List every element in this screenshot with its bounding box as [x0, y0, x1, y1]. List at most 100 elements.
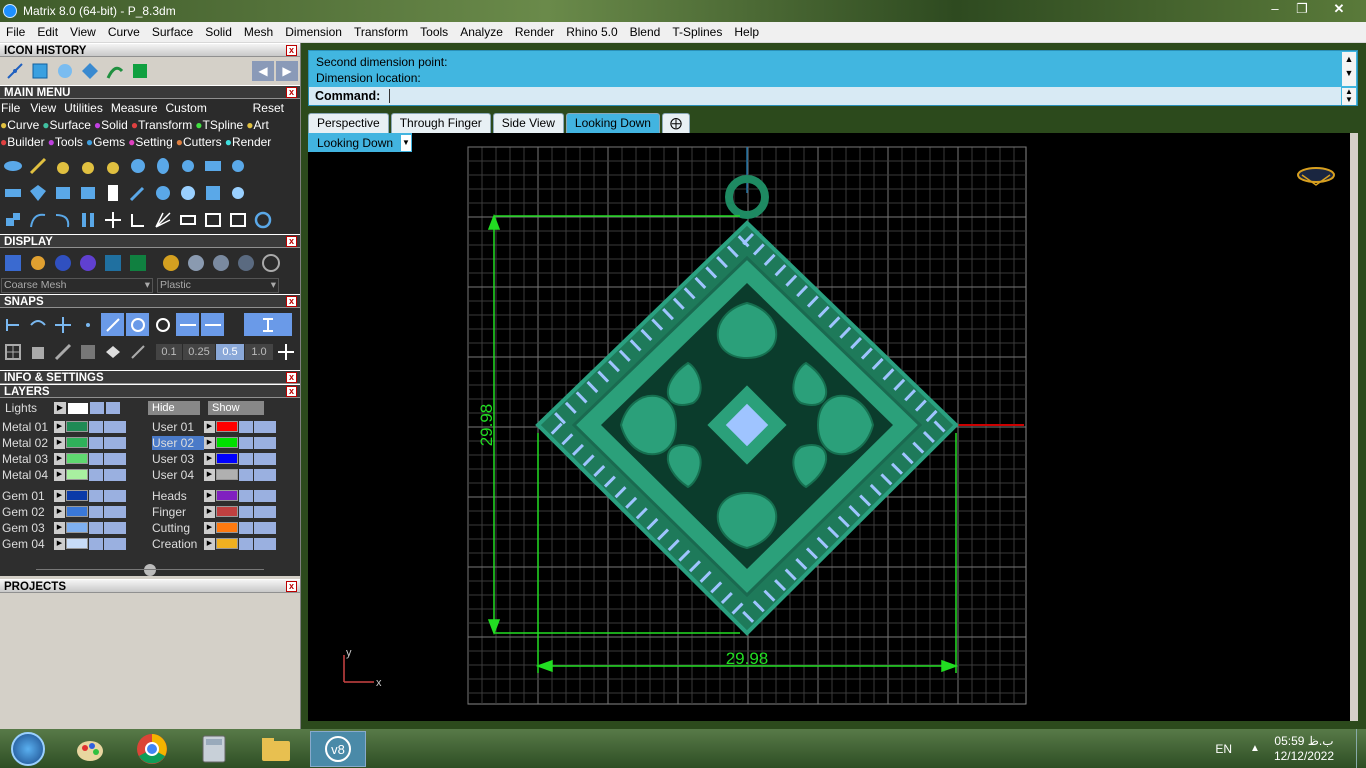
pen-tool-icon[interactable]: [126, 181, 149, 204]
layer-expand-icon[interactable]: ▶: [54, 489, 65, 502]
cat-art[interactable]: Art: [253, 118, 268, 132]
layer-color-swatch[interactable]: [216, 538, 238, 549]
layers-scroll-handle[interactable]: [144, 564, 156, 576]
flower-tool-icon[interactable]: [176, 181, 199, 204]
lights-expand[interactable]: ▶: [54, 402, 66, 414]
layer-color-swatch[interactable]: [216, 506, 238, 517]
close-icon[interactable]: x: [286, 296, 297, 307]
layer-color-swatch[interactable]: [66, 469, 88, 480]
layer-color-swatch[interactable]: [216, 437, 238, 448]
menu-surface[interactable]: Surface: [146, 25, 199, 39]
menu-mesh[interactable]: Mesh: [238, 25, 279, 39]
layer-color-swatch[interactable]: [66, 437, 88, 448]
snap-tan-icon[interactable]: [176, 313, 199, 336]
visible-icon[interactable]: [254, 436, 276, 449]
close-icon[interactable]: x: [286, 581, 297, 592]
lock-icon[interactable]: [239, 505, 253, 518]
layer-row[interactable]: Heads ▶: [152, 488, 276, 503]
layer-row[interactable]: Metal 04 ▶: [2, 467, 126, 482]
cat-render[interactable]: Render: [232, 135, 271, 149]
layer-expand-icon[interactable]: ▶: [204, 505, 215, 518]
cat-tspline[interactable]: TSpline: [203, 118, 244, 132]
layer-expand-icon[interactable]: ▶: [204, 420, 215, 433]
gem-add-icon[interactable]: [51, 154, 74, 177]
mesh-quality-select[interactable]: Coarse Mesh ▾: [1, 277, 153, 293]
viewport-scroll[interactable]: [1350, 133, 1358, 721]
mainmenu-reset[interactable]: Reset: [253, 101, 284, 115]
page-tool-icon[interactable]: [101, 181, 124, 204]
menu-blend[interactable]: Blend: [624, 25, 667, 39]
visible-icon[interactable]: [254, 452, 276, 465]
menu-tsplines[interactable]: T-Splines: [666, 25, 728, 39]
cat-tools[interactable]: Tools: [55, 135, 83, 149]
layer-row[interactable]: Gem 03 ▶: [2, 520, 126, 535]
lock-icon[interactable]: [89, 489, 103, 502]
clock[interactable]: 05:59 ب.ظ 12/12/2022: [1274, 734, 1334, 764]
calculator-app-icon[interactable]: [186, 731, 242, 767]
cat-solid[interactable]: Solid: [101, 118, 128, 132]
layer-color-swatch[interactable]: [216, 490, 238, 501]
command-input[interactable]: [389, 89, 1341, 103]
mainmenu-custom[interactable]: Custom: [166, 101, 207, 115]
cat-cutters[interactable]: Cutters: [183, 135, 222, 149]
tab-perspective[interactable]: Perspective: [308, 113, 389, 133]
layer-view-icon[interactable]: [126, 252, 149, 275]
gem-set-icon[interactable]: [76, 154, 99, 177]
fan-tool-icon[interactable]: [151, 208, 174, 231]
layer-row[interactable]: Gem 04 ▶: [2, 536, 126, 551]
lock-icon[interactable]: [239, 452, 253, 465]
menu-solid[interactable]: Solid: [199, 25, 238, 39]
rendered-icon[interactable]: [76, 252, 99, 275]
mainmenu-view[interactable]: View: [30, 101, 56, 115]
layer-color-swatch[interactable]: [216, 522, 238, 533]
gold-material-icon[interactable]: [159, 252, 182, 275]
visible-icon[interactable]: [254, 489, 276, 502]
grid-icon[interactable]: [1, 340, 24, 363]
gem-cluster-icon[interactable]: [126, 154, 149, 177]
chrome-material-icon[interactable]: [209, 252, 232, 275]
wireframe-icon[interactable]: [1, 252, 24, 275]
close-icon[interactable]: x: [286, 386, 297, 397]
move-tool-icon[interactable]: [101, 208, 124, 231]
gem-view-icon[interactable]: [1297, 167, 1335, 186]
arc-tool-icon[interactable]: [103, 60, 126, 83]
menu-help[interactable]: Help: [728, 25, 765, 39]
menu-tools[interactable]: Tools: [414, 25, 454, 39]
visible-icon[interactable]: [104, 521, 126, 534]
lock-icon[interactable]: [239, 468, 253, 481]
snap-cen-icon[interactable]: [101, 313, 124, 336]
layer-expand-icon[interactable]: ▶: [204, 489, 215, 502]
show-desktop-button[interactable]: [1356, 729, 1366, 768]
snap-value-025[interactable]: 0.25: [183, 343, 215, 360]
diamond-tool-icon[interactable]: [26, 181, 49, 204]
snap-mid-icon[interactable]: [76, 313, 99, 336]
lights-color[interactable]: [68, 402, 88, 414]
visible-icon[interactable]: [104, 489, 126, 502]
visible-icon[interactable]: [104, 537, 126, 550]
wire-material-icon[interactable]: [259, 252, 282, 275]
add-tab-button[interactable]: ⨁: [661, 113, 690, 133]
camera-tool-icon[interactable]: [201, 154, 224, 177]
crosshair-icon[interactable]: [274, 340, 297, 363]
snap-value-01[interactable]: 0.1: [156, 343, 182, 360]
layer-expand-icon[interactable]: ▶: [54, 452, 65, 465]
layer-color-swatch[interactable]: [66, 421, 88, 432]
menu-edit[interactable]: Edit: [31, 25, 64, 39]
visible-icon[interactable]: [254, 420, 276, 433]
grid-tool-icon[interactable]: [201, 181, 224, 204]
layer-expand-icon[interactable]: ▶: [204, 537, 215, 550]
snap-quad-icon[interactable]: [201, 313, 224, 336]
menu-view[interactable]: View: [64, 25, 102, 39]
matte-material-icon[interactable]: [234, 252, 257, 275]
snap-end-icon[interactable]: [1, 313, 24, 336]
layer-expand-icon[interactable]: ▶: [54, 537, 65, 550]
sphere-tool-icon[interactable]: [151, 181, 174, 204]
cube-icon[interactable]: [26, 340, 49, 363]
snap-value-10[interactable]: 1.0: [245, 343, 273, 360]
snap-perp-icon[interactable]: [151, 313, 174, 336]
visible-icon[interactable]: [106, 402, 120, 414]
minimize-button[interactable]: –: [1262, 0, 1288, 18]
command-row-scroll[interactable]: ▲ ▼: [1342, 88, 1356, 105]
mainmenu-utilities[interactable]: Utilities: [64, 101, 103, 115]
close-icon[interactable]: x: [286, 45, 297, 56]
